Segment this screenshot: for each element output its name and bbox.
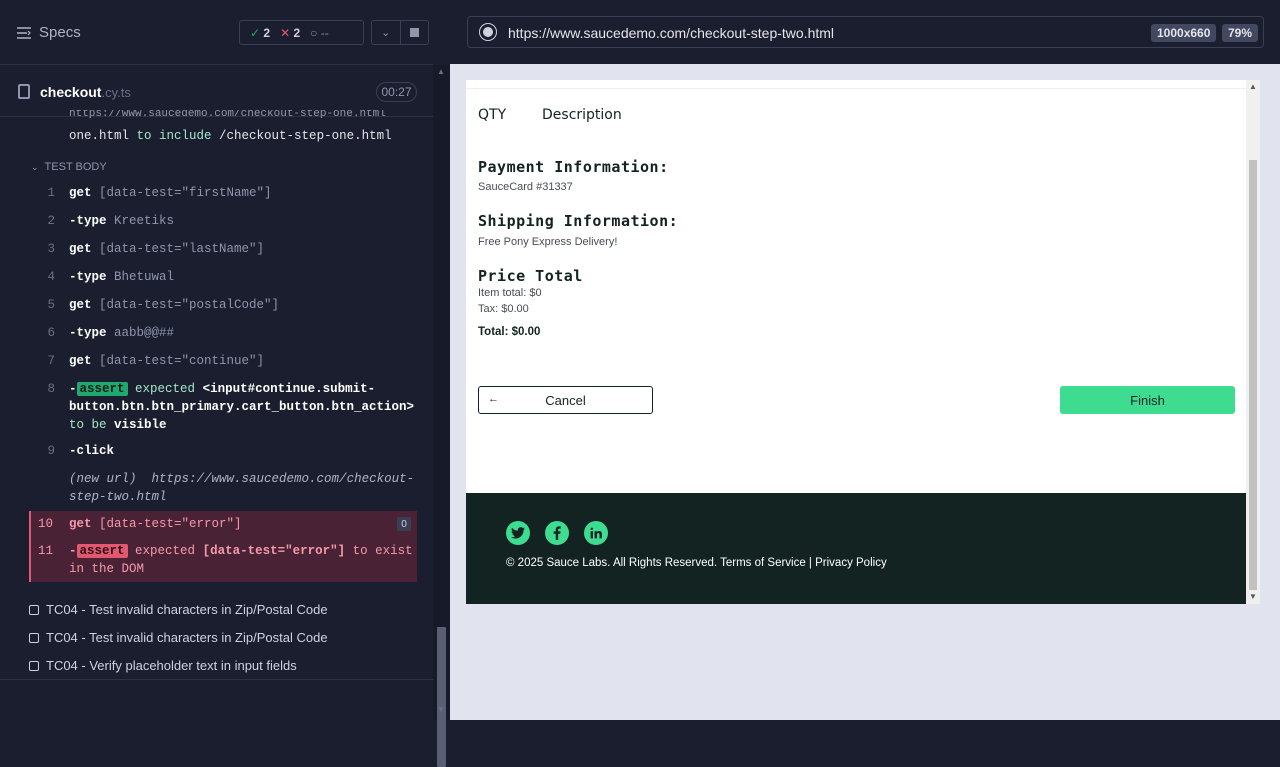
- twitter-icon[interactable]: [506, 521, 530, 545]
- test-stats: ✓ 2 ✕ 2 ○ --: [239, 20, 364, 45]
- browser-header: https://www.saucedemo.com/checkout-step-…: [450, 0, 1280, 64]
- chevron-down-icon: ⌄: [31, 161, 39, 172]
- divider: [466, 88, 1246, 89]
- total-value: Total: $0.00: [478, 326, 541, 338]
- tax-value: Tax: $0.00: [478, 303, 529, 315]
- specs-label: Specs: [39, 24, 81, 41]
- zoom-badge[interactable]: 79%: [1222, 24, 1259, 42]
- test-item[interactable]: TC04 - Verify placeholder text in input …: [29, 658, 297, 673]
- app-under-test: QTY Description Payment Information: Sau…: [466, 80, 1260, 604]
- app-preview-panel: https://www.saucedemo.com/checkout-step-…: [450, 0, 1280, 720]
- test-status-icon: [29, 604, 39, 615]
- assert-badge: assert: [76, 382, 128, 396]
- clipped-url-line: https://www.saucedemo.com/checkout-step-…: [69, 110, 386, 118]
- pending-count: ○ --: [310, 25, 329, 40]
- price-total-label: Price Total: [478, 267, 583, 285]
- payment-info-value: SauceCard #31337: [478, 181, 573, 193]
- scrollbar-thumb[interactable]: [1249, 160, 1257, 590]
- duration-badge: 00:27: [376, 82, 417, 102]
- scroll-down-icon[interactable]: ▼: [1249, 592, 1257, 601]
- assert-badge: assert: [76, 544, 128, 558]
- cancel-button[interactable]: ← Cancel: [478, 386, 653, 414]
- shipping-info-value: Free Pony Express Delivery!: [478, 236, 618, 248]
- footer: © 2025 Sauce Labs. All Rights Reserved. …: [466, 493, 1246, 604]
- stop-icon[interactable]: [399, 21, 429, 44]
- specs-toggle[interactable]: Specs: [17, 24, 81, 41]
- facebook-icon[interactable]: [545, 521, 569, 545]
- scroll-down-icon[interactable]: ▼: [437, 705, 445, 714]
- command-row-assert[interactable]: 8 - assert expected <input#continue.submi…: [31, 380, 417, 436]
- viewport-size-badge[interactable]: 1000x660: [1151, 24, 1217, 42]
- test-body-header[interactable]: ⌄ TEST BODY: [31, 161, 107, 173]
- linkedin-icon[interactable]: [584, 521, 608, 545]
- app-scrollbar[interactable]: ▲ ▼: [1246, 80, 1260, 604]
- new-url-event[interactable]: (new url) https://www.saucedemo.com/chec…: [31, 470, 417, 506]
- failed-count: ✕ 2: [280, 25, 301, 40]
- scroll-up-icon[interactable]: ▲: [437, 67, 445, 76]
- test-status-icon: [29, 660, 39, 671]
- file-icon: [18, 84, 30, 99]
- previous-assertion-tail: one.html to include /checkout-step-one.h…: [69, 129, 392, 143]
- finish-button[interactable]: Finish: [1060, 386, 1235, 414]
- shipping-info-label: Shipping Information:: [478, 212, 679, 230]
- passed-count: ✓ 2: [250, 25, 271, 40]
- scrollbar-thumb[interactable]: [437, 627, 446, 767]
- url-text: https://www.saucedemo.com/checkout-step-…: [508, 25, 835, 41]
- command-row-failed-assert[interactable]: 11 - assert expected [data-test="error"] …: [31, 542, 417, 578]
- command-log-scrollbar[interactable]: ▲ ▼: [433, 65, 450, 767]
- command-log-panel: Specs ✓ 2 ✕ 2 ○ -- ⌄ checkout.cy.ts 00:2…: [0, 0, 450, 720]
- url-bar[interactable]: https://www.saucedemo.com/checkout-step-…: [467, 16, 1264, 48]
- globe-icon: [480, 24, 496, 40]
- description-header: Description: [542, 107, 622, 123]
- footer-copyright: © 2025 Sauce Labs. All Rights Reserved. …: [506, 557, 887, 569]
- spec-file-name[interactable]: checkout.cy.ts: [40, 84, 131, 100]
- arrow-left-icon: ←: [488, 393, 499, 405]
- menu-icon: [17, 26, 31, 39]
- scroll-up-icon[interactable]: ▲: [1249, 82, 1257, 91]
- qty-header: QTY: [478, 107, 507, 123]
- test-status-icon: [29, 632, 39, 643]
- chevron-down-icon[interactable]: ⌄: [372, 21, 400, 44]
- runner-controls: ⌄: [371, 20, 429, 45]
- item-total: Item total: $0: [478, 287, 542, 299]
- reporter-header: Specs ✓ 2 ✕ 2 ○ -- ⌄: [0, 0, 433, 65]
- payment-info-label: Payment Information:: [478, 158, 669, 176]
- test-item[interactable]: TC04 - Test invalid characters in Zip/Po…: [29, 602, 328, 617]
- divider: [0, 679, 433, 680]
- test-item[interactable]: TC04 - Test invalid characters in Zip/Po…: [29, 630, 328, 645]
